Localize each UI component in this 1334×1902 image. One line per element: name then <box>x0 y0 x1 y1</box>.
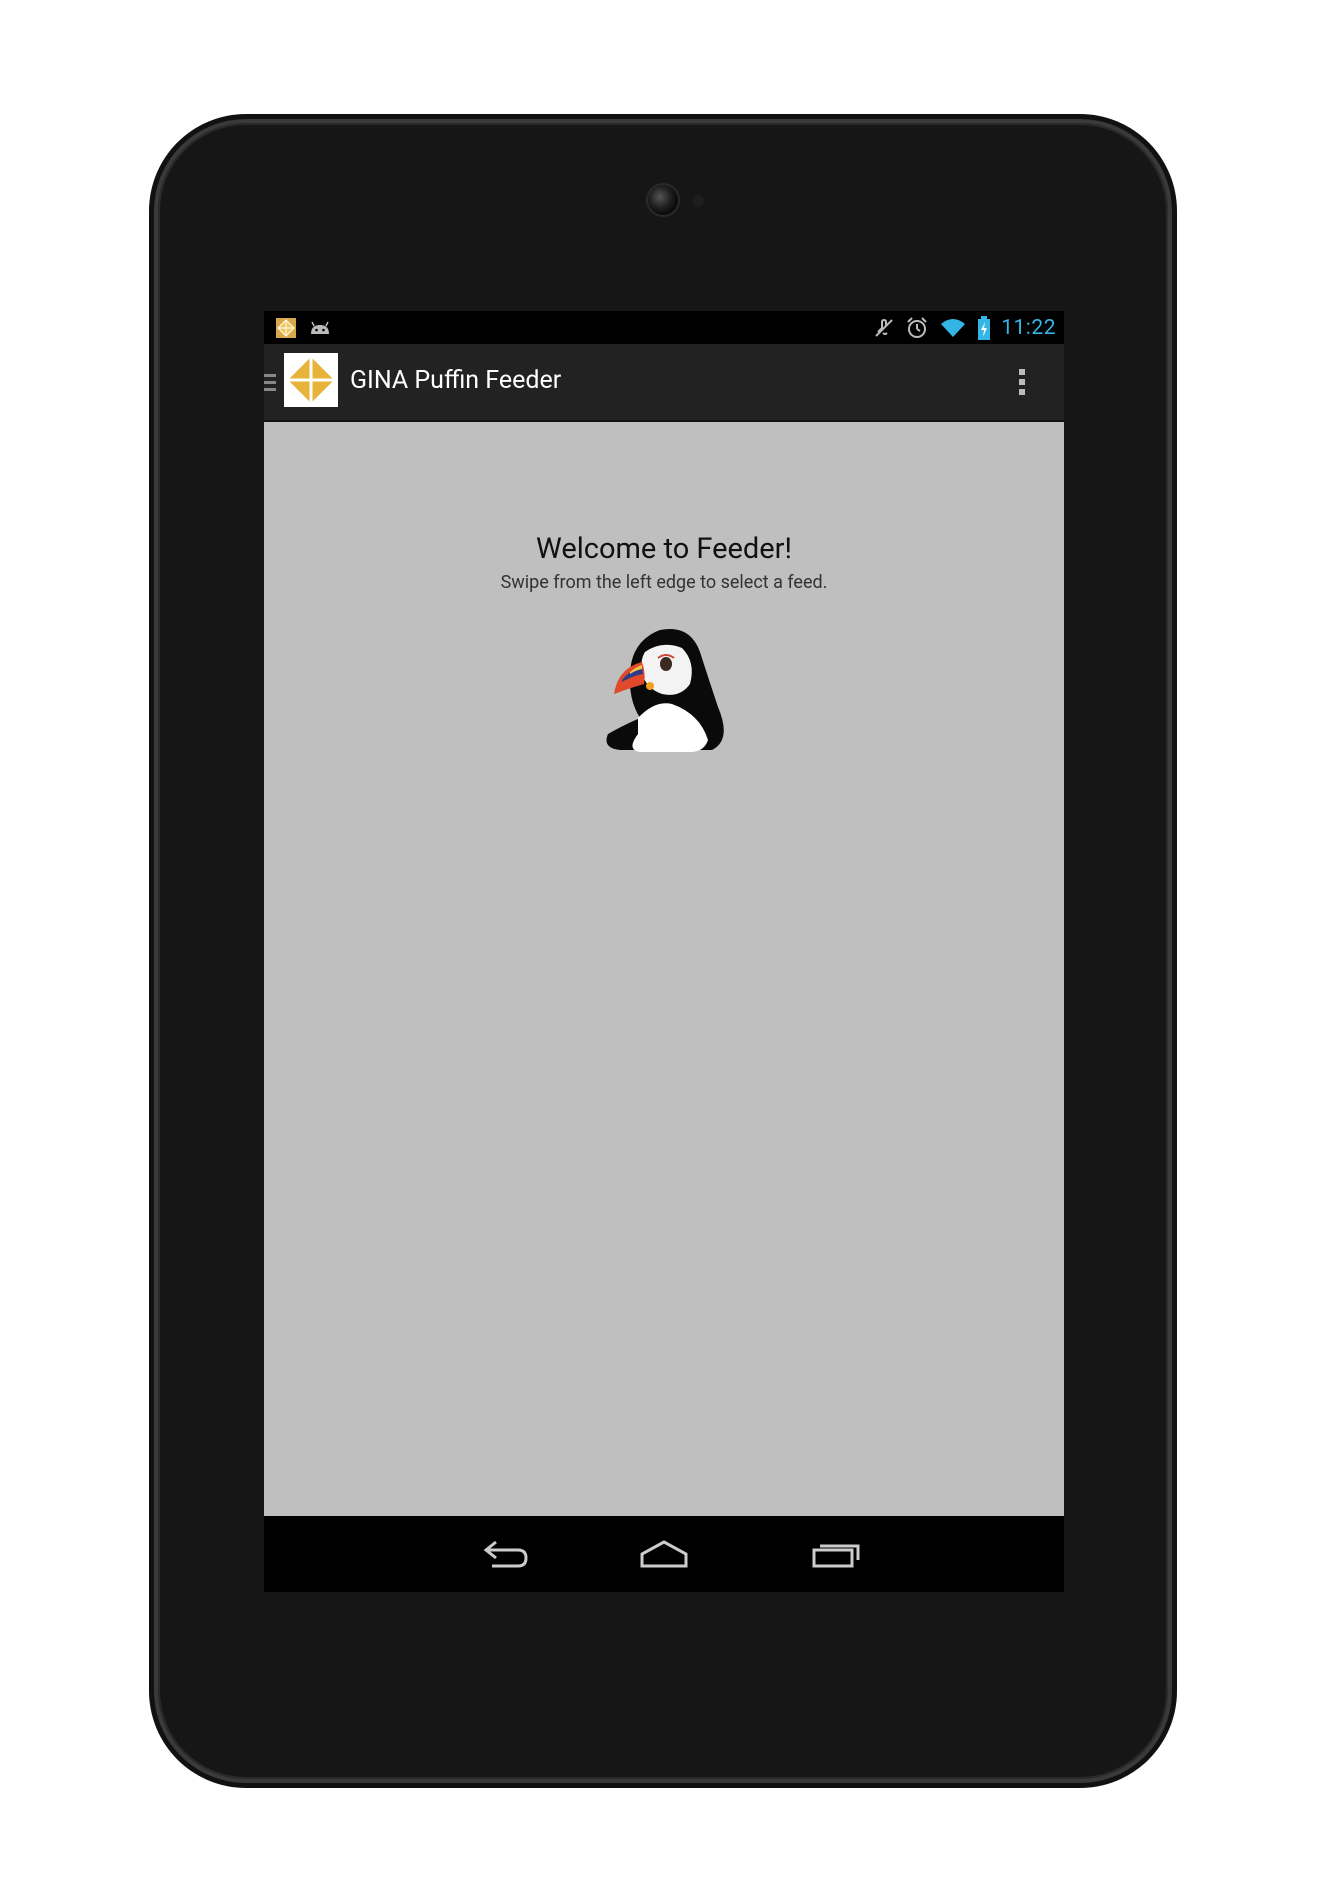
wifi-icon <box>941 319 966 337</box>
gina-app-icon <box>276 318 296 338</box>
tablet-device: 11:22 GINA Puffin Feeder Welcome to Feed… <box>158 123 1168 1779</box>
android-icon <box>311 321 329 334</box>
home-icon[interactable] <box>636 1532 692 1576</box>
gina-logo-icon[interactable] <box>284 353 338 407</box>
welcome-title: Welcome to Feeder! <box>536 532 792 566</box>
overflow-menu-icon[interactable] <box>1018 368 1026 396</box>
mute-icon <box>875 318 893 337</box>
status-icons: 11:22 <box>873 315 1056 341</box>
screen: 11:22 GINA Puffin Feeder Welcome to Feed… <box>264 311 1064 1592</box>
main-content: Welcome to Feeder! Swipe from the left e… <box>264 420 1064 1521</box>
clock: 11:22 <box>1001 316 1056 340</box>
app-title: GINA Puffin Feeder <box>350 366 562 395</box>
status-bar: 11:22 <box>264 311 1064 344</box>
sensor-icon <box>692 195 704 207</box>
drawer-indicator-icon[interactable] <box>264 372 278 392</box>
recents-icon[interactable] <box>808 1532 864 1576</box>
camera-icon <box>648 185 678 215</box>
welcome-subtitle: Swipe from the left edge to select a fee… <box>500 572 828 593</box>
navigation-bar <box>264 1516 1064 1592</box>
battery-charging-icon <box>978 316 991 340</box>
action-bar: GINA Puffin Feeder <box>264 344 1064 422</box>
alarm-icon <box>907 317 927 338</box>
puffin-icon <box>606 628 724 752</box>
back-icon[interactable] <box>474 1532 530 1576</box>
